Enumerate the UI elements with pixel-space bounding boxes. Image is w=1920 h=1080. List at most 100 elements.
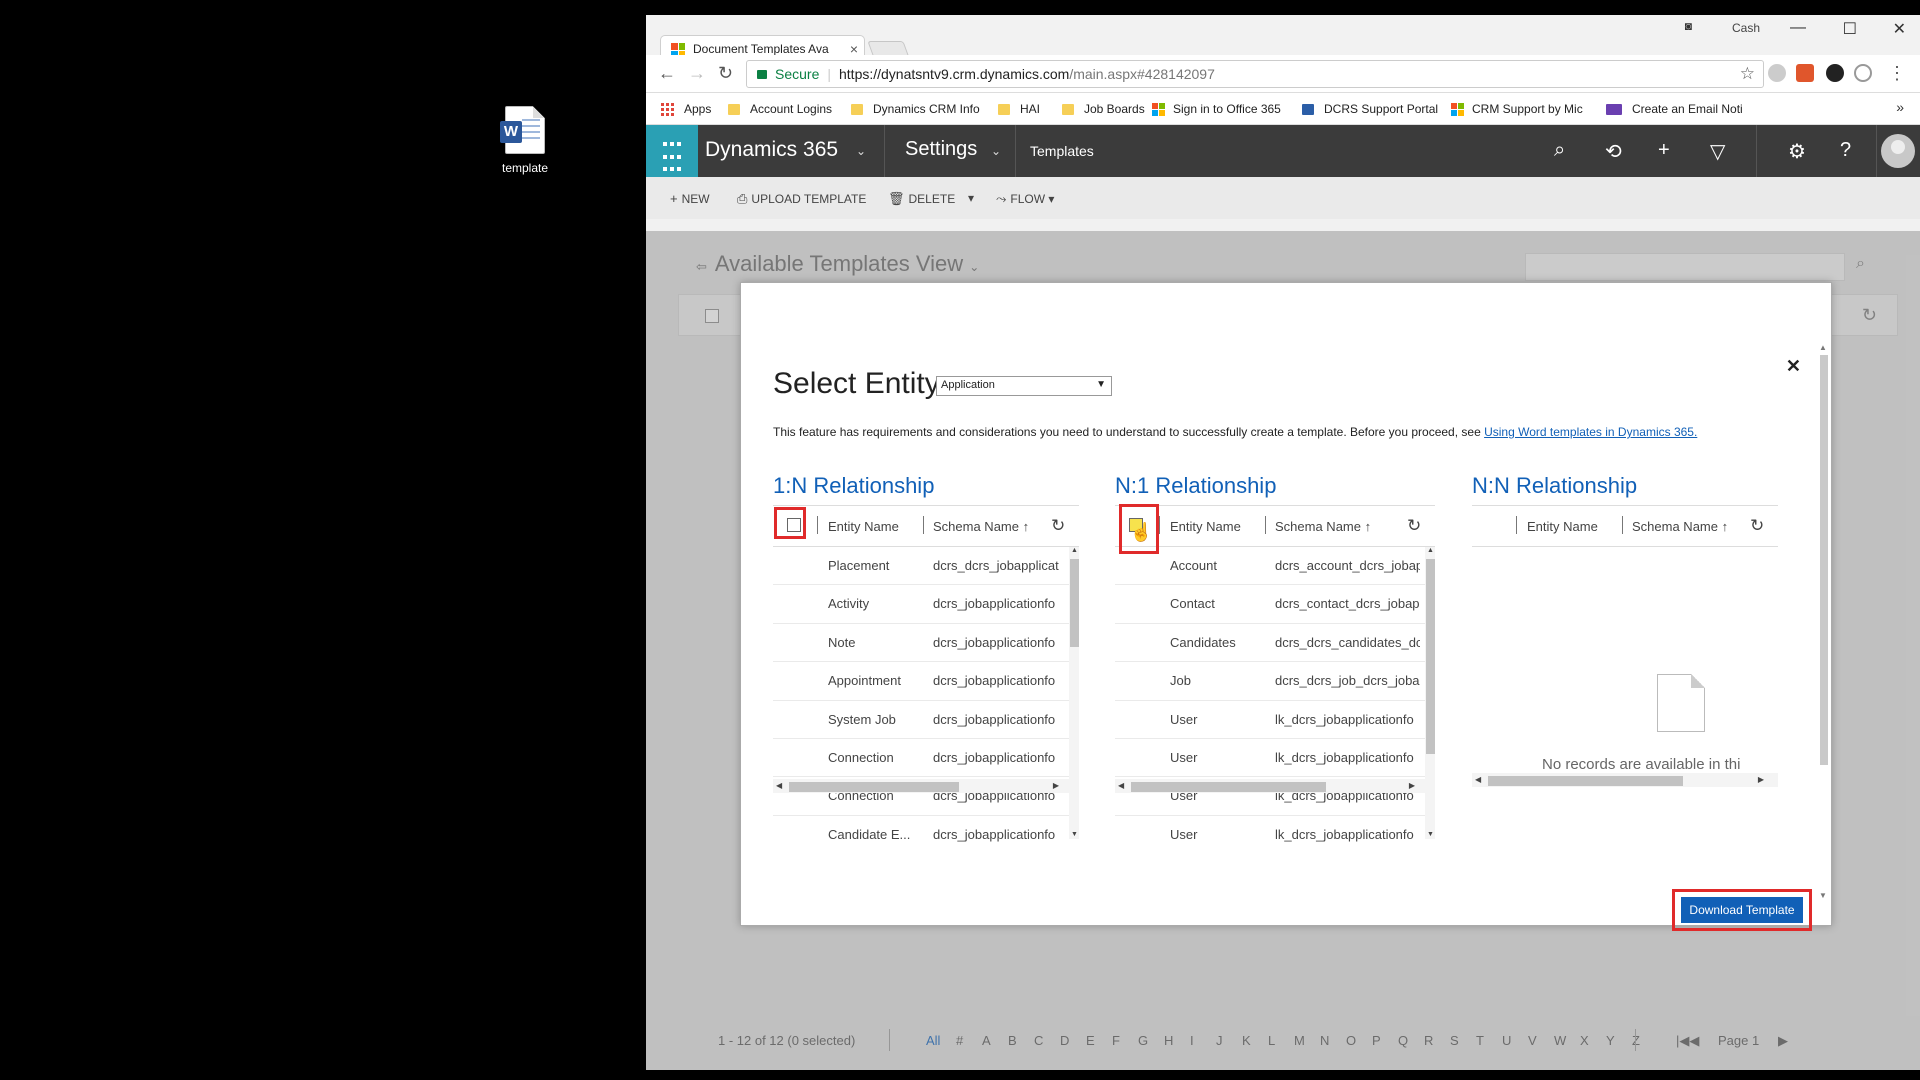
table-row[interactable]: Placement dcrs_dcrs_jobapplicat (773, 547, 1079, 586)
create-plus-icon[interactable]: + (1658, 139, 1670, 162)
bookmark-star-icon[interactable]: ☆ (1740, 64, 1755, 84)
table-row[interactable]: Account dcrs_account_dcrs_jobap (1115, 547, 1435, 586)
desktop-template-file[interactable]: W template (497, 106, 553, 175)
many-to-many-panel: N:N Relationship Entity Name Schema Name… (1472, 473, 1778, 787)
table-row[interactable]: System Job dcrs_jobapplicationfo (773, 701, 1079, 739)
col-entity-name[interactable]: Entity Name (828, 519, 899, 534)
bookmark-office365[interactable]: Sign in to Office 365 (1152, 102, 1281, 116)
table-row[interactable]: Activity dcrs_jobapplicationfo (773, 585, 1079, 624)
reload-icon[interactable]: ↻ (718, 63, 733, 84)
forward-icon[interactable]: → (688, 63, 706, 84)
col-schema-name[interactable]: Schema Name ↑ (1632, 519, 1728, 534)
select-entity-dialog: ✕ ▲ ▼ Select Entity Application ▼ This fe… (740, 282, 1832, 931)
minimize-icon[interactable]: — (1790, 19, 1806, 37)
office-extension-icon[interactable] (1796, 64, 1814, 82)
vertical-scrollbar[interactable]: ▲ ▼ (1425, 547, 1435, 839)
menu-kebab-icon[interactable]: ⋮ (1888, 63, 1906, 84)
delete-button[interactable]: 🗑 DELETE (888, 191, 955, 207)
table-row[interactable]: Note dcrs_jobapplicationfo (773, 624, 1079, 663)
browser-titlebar: Document Templates Ava × ◙ Cash — ☐ ✕ (646, 15, 1920, 63)
delete-dropdown-icon[interactable]: ▾ (968, 191, 974, 205)
col-entity-name[interactable]: Entity Name (1170, 519, 1241, 534)
refresh-icon[interactable]: ↻ (1750, 516, 1764, 536)
app-launcher-icon[interactable] (646, 125, 698, 177)
dialog-scrollbar[interactable]: ▲ ▼ (1818, 343, 1828, 903)
entity-dropdown[interactable]: Application ▼ (936, 376, 1112, 396)
bookmark-dcrs-support[interactable]: DCRS Support Portal (1302, 102, 1438, 116)
extension-icon[interactable] (1854, 64, 1872, 82)
microsoft-logo-icon (1451, 102, 1464, 116)
table-row[interactable]: Appointment dcrs_jobapplicationfo (773, 662, 1079, 701)
col-entity-name[interactable]: Entity Name (1527, 519, 1598, 534)
address-bar: ← → ↻ Secure | https://dynatsntv9.crm.dyna… (646, 55, 1920, 93)
flow-button[interactable]: ⤳ FLOW ▾ (996, 191, 1054, 207)
bookmark-create-email[interactable]: Create an Email Noti (1606, 102, 1743, 116)
new-button[interactable]: + NEW (670, 191, 710, 206)
bookmark-dynamics-crm-info[interactable]: Dynamics CRM Info (851, 102, 980, 116)
help-icon[interactable]: ? (1840, 139, 1851, 162)
bookmark-hai[interactable]: HAI (998, 102, 1040, 116)
many-to-many-header: Entity Name Schema Name ↑ ↻ (1472, 505, 1778, 547)
apps-grid-icon (661, 102, 674, 116)
table-row[interactable]: Job dcrs_dcrs_job_dcrs_jobap (1115, 662, 1435, 701)
chevron-down-icon[interactable]: ⌄ (991, 144, 1001, 158)
chevron-down-icon[interactable]: ⌄ (856, 144, 866, 158)
table-row[interactable]: Connection dcrs_jobapplicationfo (773, 739, 1079, 778)
dcrs-logo-icon (1302, 103, 1314, 115)
filter-icon[interactable]: ▽ (1710, 139, 1725, 164)
col-schema-name[interactable]: Schema Name ↑ (1275, 519, 1371, 534)
crm-area-settings[interactable]: Settings (905, 138, 977, 161)
highlight-box (774, 507, 806, 539)
bookmarks-overflow-icon[interactable]: » (1896, 99, 1904, 115)
horizontal-scrollbar[interactable]: ◀ ▶ (1115, 779, 1435, 793)
many-to-many-title: N:N Relationship (1472, 473, 1638, 498)
one-to-many-header: Entity Name Schema Name ↑ ↻ (773, 505, 1079, 547)
empty-document-icon (1657, 674, 1705, 732)
vertical-scrollbar[interactable]: ▲ ▼ (1069, 547, 1079, 839)
download-template-button[interactable]: Download Template (1681, 897, 1803, 923)
plus-icon: + (670, 191, 678, 206)
url-path: /main.aspx#428142097 (1069, 66, 1215, 82)
word-document-icon: W (500, 106, 545, 154)
avatar[interactable] (1881, 134, 1915, 168)
horizontal-scrollbar[interactable]: ◀ ▶ (1472, 773, 1778, 787)
refresh-icon[interactable]: ↻ (1407, 516, 1421, 536)
desktop-icon-label: template (501, 161, 549, 175)
crm-app-title[interactable]: Dynamics 365 (705, 138, 838, 162)
extension-icon[interactable] (1826, 64, 1844, 82)
col-schema-name[interactable]: Schema Name ↑ (933, 519, 1029, 534)
bookmark-apps[interactable]: Apps (661, 102, 711, 116)
bookmark-crm-support[interactable]: CRM Support by Mic (1451, 102, 1583, 116)
folder-icon (998, 103, 1010, 115)
one-to-many-panel: 1:N Relationship Entity Name Schema Name… (773, 473, 1079, 842)
refresh-icon[interactable]: ↻ (1051, 516, 1065, 536)
horizontal-scrollbar[interactable]: ◀ ▶ (773, 779, 1079, 793)
table-row[interactable]: Candidates dcrs_dcrs_candidates_dc (1115, 624, 1435, 663)
table-row[interactable]: User lk_dcrs_jobapplicationfo (1115, 701, 1435, 739)
table-row[interactable]: User lk_dcrs_jobapplicationfo (1115, 816, 1435, 847)
extension-icon[interactable] (1768, 64, 1786, 82)
table-row[interactable]: User lk_dcrs_jobapplicationfo (1115, 739, 1435, 778)
maximize-icon[interactable]: ☐ (1843, 19, 1857, 39)
entity-dropdown-value: Application (941, 379, 995, 391)
bookmark-job-boards[interactable]: Job Boards (1062, 102, 1145, 116)
table-row[interactable]: Contact dcrs_contact_dcrs_jobap (1115, 585, 1435, 624)
bookmark-account-logins[interactable]: Account Logins (728, 102, 832, 116)
close-window-icon[interactable]: ✕ (1893, 19, 1906, 39)
back-icon[interactable]: ← (658, 63, 676, 84)
tab-title: Document Templates Ava (693, 42, 829, 56)
crm-subarea[interactable]: Templates (1030, 143, 1094, 159)
url-field[interactable]: Secure | https://dynatsntv9.crm.dynamics.c… (746, 60, 1764, 88)
gear-icon[interactable]: ⚙ (1788, 139, 1806, 164)
table-row[interactable]: Candidate E... dcrs_jobapplicationfo (773, 816, 1079, 847)
extension-icon[interactable]: ◙ (1685, 19, 1692, 33)
close-icon[interactable]: ✕ (1786, 356, 1801, 377)
word-templates-help-link[interactable]: Using Word templates in Dynamics 365. (1484, 425, 1697, 439)
search-icon[interactable]: ⌕ (1554, 139, 1565, 162)
history-icon[interactable]: ⟲ (1605, 139, 1622, 164)
trash-icon: 🗑 (888, 191, 905, 206)
profile-name[interactable]: Cash (1732, 21, 1760, 35)
upload-template-button[interactable]: ⎙ UPLOAD TEMPLATE (737, 191, 866, 207)
flow-icon: ⤳ (996, 191, 1007, 206)
many-to-one-panel: N:1 Relationship ☝ Entity Name Schema Na… (1115, 473, 1435, 842)
